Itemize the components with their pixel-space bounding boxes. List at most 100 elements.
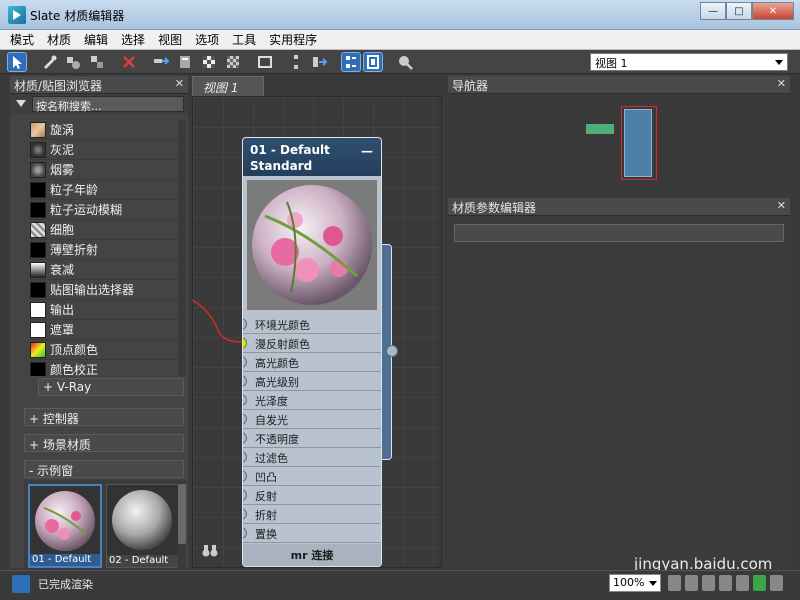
slot-socket-connected[interactable] xyxy=(243,337,247,349)
show-map-icon[interactable] xyxy=(200,53,218,71)
material-node[interactable]: 01 - Default Standard — 环境光颜色 漫反射颜色 高光颜色… xyxy=(242,137,382,567)
layout-children-icon[interactable] xyxy=(310,53,328,71)
blossom-sphere-icon xyxy=(35,491,95,551)
zoom-tool-icon[interactable] xyxy=(685,575,698,591)
maximize-button[interactable]: □ xyxy=(726,2,752,20)
menu-tools[interactable]: 工具 xyxy=(232,31,256,48)
slot-label: 漫反射颜色 xyxy=(255,338,310,351)
list-item[interactable]: 旋涡 xyxy=(30,120,186,140)
view-select[interactable]: 视图 1 xyxy=(590,53,788,71)
list-item[interactable]: 粒子运动模糊 xyxy=(30,200,186,220)
mr-connection-rollout[interactable]: mr 连接 xyxy=(243,544,381,566)
slot-socket[interactable] xyxy=(243,318,247,330)
menu-view[interactable]: 视图 xyxy=(158,31,182,48)
rollout-scene-materials[interactable]: + 场景材质 xyxy=(24,434,184,452)
close-icon[interactable]: ✕ xyxy=(777,199,786,212)
assign-material-icon[interactable] xyxy=(88,53,106,71)
maximize-view-icon[interactable] xyxy=(770,575,783,591)
navigator-viewport-frame[interactable] xyxy=(621,106,657,180)
rollout-controllers[interactable]: + 控制器 xyxy=(24,408,184,426)
zoom-extents-icon[interactable] xyxy=(719,575,732,591)
slot-label: 过滤色 xyxy=(255,452,288,465)
sample-slot[interactable]: 02 - Default xyxy=(106,484,180,568)
close-button[interactable]: ✕ xyxy=(752,2,794,20)
slot-socket[interactable] xyxy=(243,508,247,520)
list-item[interactable]: 贴图输出选择器 xyxy=(30,280,186,300)
parameter-name-field[interactable] xyxy=(454,224,784,242)
parameter-editor-icon[interactable] xyxy=(363,52,383,72)
list-item[interactable]: 顶点颜色 xyxy=(30,340,186,360)
list-item[interactable]: 烟雾 xyxy=(30,160,186,180)
eyedropper-icon[interactable] xyxy=(40,53,58,71)
menu-select[interactable]: 选择 xyxy=(121,31,145,48)
node-header[interactable]: 01 - Default Standard — xyxy=(243,138,381,176)
list-item[interactable]: 薄壁折射 xyxy=(30,240,186,260)
list-item[interactable]: 细胞 xyxy=(30,220,186,240)
slot-socket[interactable] xyxy=(243,451,247,463)
list-item-label: 贴图输出选择器 xyxy=(50,283,135,297)
list-item[interactable]: 灰泥 xyxy=(30,140,186,160)
slot-socket[interactable] xyxy=(243,470,247,482)
slot-specular-color: 高光颜色 xyxy=(243,353,381,372)
material-map-browser: 材质/贴图浏览器 ✕ 按名称搜索... 旋涡 灰泥 烟雾 粒子年龄 粒子运动模糊 xyxy=(10,76,188,568)
slot-bump: 凹凸 xyxy=(243,467,381,486)
find-icon[interactable] xyxy=(396,53,414,71)
slot-socket[interactable] xyxy=(243,394,247,406)
minimize-button[interactable]: — xyxy=(700,2,726,20)
zoom-select[interactable]: 100% xyxy=(609,574,661,592)
minimize-node-icon[interactable]: — xyxy=(361,143,373,159)
slot-socket[interactable] xyxy=(243,375,247,387)
delete-icon[interactable] xyxy=(120,53,138,71)
slot-label: 自发光 xyxy=(255,414,288,427)
options-menu-icon[interactable] xyxy=(16,100,26,107)
list-item[interactable]: 粒子年龄 xyxy=(30,180,186,200)
slot-socket[interactable] xyxy=(243,356,247,368)
slot-self-illumination: 自发光 xyxy=(243,410,381,429)
put-material-icon[interactable] xyxy=(64,53,82,71)
list-item-label: 粒子年龄 xyxy=(50,183,99,197)
list-item[interactable]: 颜色校正 xyxy=(30,360,186,376)
menu-material[interactable]: 材质 xyxy=(47,31,71,48)
layout-vertical-icon[interactable] xyxy=(288,53,306,71)
tab-view-1[interactable]: 视图 1 xyxy=(192,76,264,96)
pan-hand-icon[interactable] xyxy=(668,575,681,591)
slot-label: 不透明度 xyxy=(255,433,299,446)
sample-slots: 01 - Default 02 - Default xyxy=(24,480,184,568)
search-input[interactable]: 按名称搜索... xyxy=(32,96,184,113)
select-tool-icon[interactable] xyxy=(7,52,27,72)
sample-slot[interactable]: 01 - Default xyxy=(28,484,102,568)
slot-socket[interactable] xyxy=(243,413,247,425)
hide-unused-icon[interactable] xyxy=(176,53,194,71)
list-item[interactable]: 遮罩 xyxy=(30,320,186,340)
zoom-region-icon[interactable] xyxy=(702,575,715,591)
output-socket[interactable] xyxy=(386,345,398,357)
rollout-vray[interactable]: + V-Ray xyxy=(38,378,184,396)
list-item[interactable]: 输出 xyxy=(30,300,186,320)
sample-slot-label: 01 - Default xyxy=(30,554,100,566)
menu-options[interactable]: 选项 xyxy=(195,31,219,48)
binoculars-icon[interactable] xyxy=(202,542,218,558)
slot-label: 高光颜色 xyxy=(255,357,299,370)
list-scrollbar[interactable] xyxy=(178,120,186,376)
menu-utilities[interactable]: 实用程序 xyxy=(269,31,317,48)
menu-edit[interactable]: 编辑 xyxy=(84,31,108,48)
slot-socket[interactable] xyxy=(243,527,247,539)
close-icon[interactable]: ✕ xyxy=(175,77,184,90)
sample-scrollbar-thumb[interactable] xyxy=(178,484,186,544)
slot-socket[interactable] xyxy=(243,489,247,501)
preview-icon[interactable] xyxy=(256,53,274,71)
list-item[interactable]: 衰减 xyxy=(30,260,186,280)
navigator-view[interactable] xyxy=(448,94,790,194)
background-icon[interactable] xyxy=(224,53,242,71)
zoom-selected-icon[interactable] xyxy=(736,575,749,591)
rollout-sample-slots[interactable]: - 示例窗 xyxy=(24,460,184,478)
move-children-icon[interactable] xyxy=(152,53,170,71)
smoke-swatch xyxy=(30,161,46,178)
menu-mode[interactable]: 模式 xyxy=(10,31,34,48)
layout-all-icon[interactable] xyxy=(341,52,361,72)
close-icon[interactable]: ✕ xyxy=(777,77,786,90)
slot-label: 光泽度 xyxy=(255,395,288,408)
slot-socket[interactable] xyxy=(243,432,247,444)
navigator-node-preview xyxy=(624,109,652,177)
select-mode-icon[interactable] xyxy=(753,575,766,591)
